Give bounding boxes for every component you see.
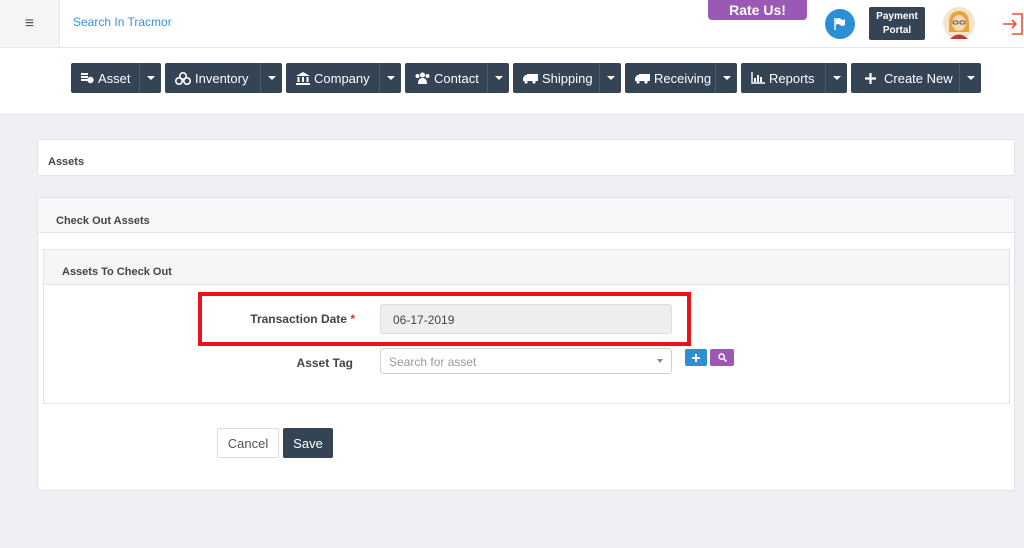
section-title: Assets To Check Out [62, 266, 172, 278]
nav-contact-button[interactable]: Contact [405, 63, 509, 93]
nav-asset-dropdown[interactable] [139, 63, 161, 93]
payment-portal-line2: Portal [882, 25, 912, 36]
users-icon [415, 72, 430, 84]
nav-asset-label: Asset [98, 70, 131, 86]
nav-receiving-button[interactable]: Receiving [625, 63, 737, 93]
chevron-down-icon [832, 76, 841, 80]
nav-reports-label: Reports [769, 70, 815, 86]
nav-company-dropdown[interactable] [379, 63, 401, 93]
nav-create-new-dropdown[interactable] [959, 63, 981, 93]
checkout-panel-title: Check Out Assets [56, 215, 150, 227]
nav-contact-label: Contact [434, 70, 479, 86]
cancel-button[interactable]: Cancel [217, 428, 279, 458]
main-nav: Asset Inventory Company Contact Shipping [0, 48, 1024, 115]
save-button[interactable]: Save [283, 428, 333, 458]
asset-icon [81, 73, 94, 84]
page-title: Assets [48, 156, 85, 168]
payment-portal-line1: Payment [876, 11, 918, 22]
rate-us-button[interactable]: Rate Us! [708, 0, 807, 20]
asset-tag-select[interactable]: Search for asset [380, 348, 672, 374]
nav-create-new-label: Create New [884, 70, 953, 86]
nav-create-new-main[interactable]: Create New [851, 63, 959, 93]
nav-shipping-main[interactable]: Shipping [513, 63, 599, 93]
transaction-date-label: Transaction Date * [200, 312, 355, 326]
section-header: Assets To Check Out [44, 250, 1009, 285]
transaction-date-field[interactable]: 06-17-2019 [380, 304, 672, 334]
nav-receiving-main[interactable]: Receiving [625, 63, 715, 93]
checkout-panel-header: Check Out Assets [38, 198, 1014, 233]
search-asset-button[interactable] [710, 349, 734, 366]
truck-icon [523, 73, 538, 84]
chevron-down-icon [722, 76, 731, 80]
nav-receiving-dropdown[interactable] [715, 63, 737, 93]
breadcrumb: Assets [37, 139, 1015, 176]
nav-contact-main[interactable]: Contact [405, 63, 487, 93]
search-link[interactable]: Search In Tracmor [73, 15, 172, 29]
chevron-down-icon [494, 76, 503, 80]
bank-icon [296, 71, 310, 85]
chevron-down-icon [966, 76, 975, 80]
chevron-down-icon [657, 359, 663, 363]
nav-inventory-label: Inventory [195, 70, 249, 86]
search-icon [717, 353, 727, 362]
plus-icon [692, 353, 700, 362]
nav-inventory-button[interactable]: Inventory [165, 63, 282, 93]
nav-shipping-dropdown[interactable] [599, 63, 621, 93]
asset-tag-placeholder: Search for asset [389, 355, 477, 369]
asset-tag-label: Asset Tag [296, 356, 353, 370]
user-avatar[interactable] [942, 6, 976, 40]
nav-contact-dropdown[interactable] [487, 63, 509, 93]
required-mark: * [350, 312, 355, 326]
nav-asset-button[interactable]: Asset [71, 63, 161, 93]
nav-reports-main[interactable]: Reports [741, 63, 825, 93]
nav-shipping-label: Shipping [542, 70, 593, 86]
truck-icon [635, 73, 650, 84]
plus-icon [865, 72, 876, 84]
nav-company-main[interactable]: Company [286, 63, 379, 93]
transaction-date-label-text: Transaction Date [250, 312, 347, 326]
chevron-down-icon [267, 76, 276, 80]
nav-company-label: Company [314, 70, 370, 86]
top-bar: ≡ Search In Tracmor Rate Us! Payment Por… [0, 0, 1024, 48]
nav-inventory-main[interactable]: Inventory [165, 63, 260, 93]
nav-asset-main[interactable]: Asset [71, 63, 139, 93]
chevron-down-icon [386, 76, 395, 80]
add-asset-button[interactable] [685, 349, 707, 366]
logout-icon[interactable] [1002, 12, 1024, 36]
chevron-down-icon [146, 76, 155, 80]
nav-reports-button[interactable]: Reports [741, 63, 847, 93]
nav-create-new-button[interactable]: Create New [851, 63, 981, 93]
inventory-icon [175, 71, 191, 85]
nav-company-button[interactable]: Company [286, 63, 401, 93]
nav-inventory-dropdown[interactable] [260, 63, 282, 93]
flag-icon[interactable] [825, 9, 855, 39]
nav-shipping-button[interactable]: Shipping [513, 63, 621, 93]
chevron-down-icon [606, 76, 615, 80]
nav-receiving-label: Receiving [654, 70, 712, 86]
hamburger-icon[interactable]: ≡ [0, 0, 60, 47]
bar-chart-icon [751, 72, 765, 84]
nav-reports-dropdown[interactable] [825, 63, 847, 93]
payment-portal-button[interactable]: Payment Portal [869, 7, 925, 40]
